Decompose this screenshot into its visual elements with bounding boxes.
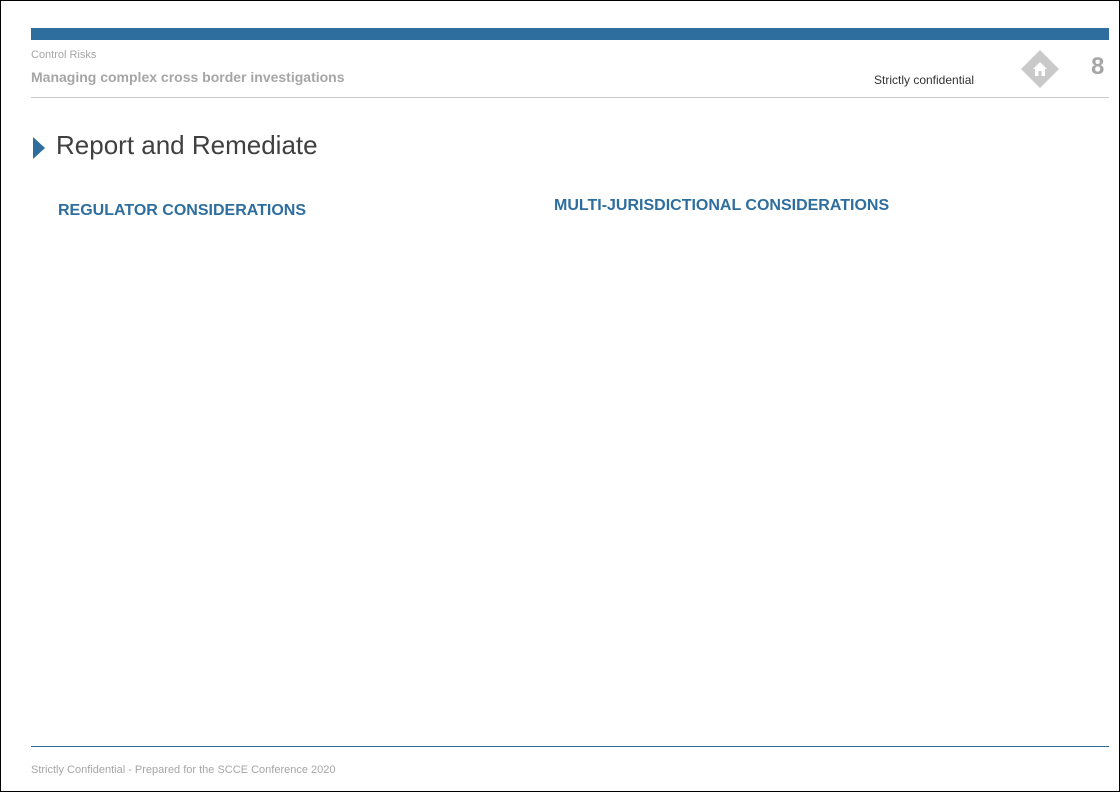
footer-divider [31,746,1109,747]
page-number: 8 [1091,53,1105,80]
header-divider [31,97,1109,98]
triangle-right-icon [33,137,45,159]
footer-text: Strictly Confidential - Prepared for the… [31,764,336,776]
confidential-label: Strictly confidential [874,73,975,87]
regulator-considerations-heading: REGULATOR CONSIDERATIONS [58,202,307,219]
multi-jurisdictional-considerations-heading: MULTI-JURISDICTIONAL CONSIDERATIONS [554,197,890,214]
top-accent-bar [31,28,1109,40]
home-icon [1021,50,1059,88]
slide-title: Report and Remediate [56,130,318,160]
company-name: Control Risks [31,49,97,61]
presentation-title: Managing complex cross border investigat… [31,69,345,85]
slide: Control Risks Managing complex cross bor… [0,0,1120,792]
home-button[interactable] [1020,49,1060,89]
